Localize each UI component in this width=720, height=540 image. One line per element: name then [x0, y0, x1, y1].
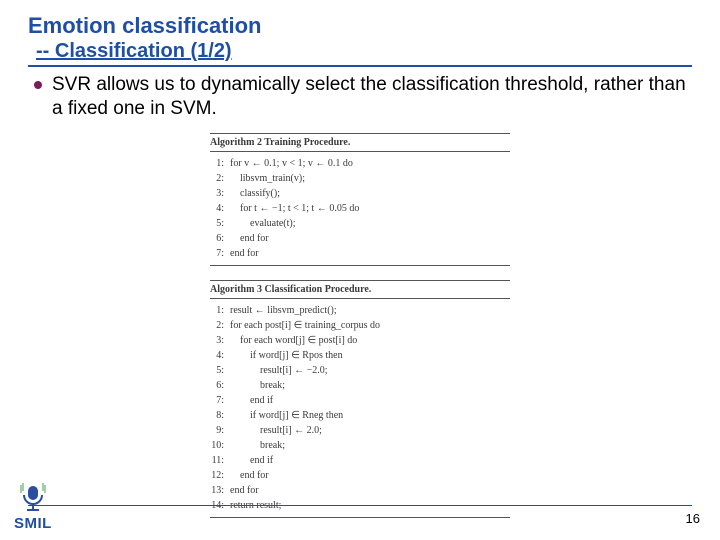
line-number: 8: — [210, 408, 230, 423]
title-block: Emotion classification -- Classification… — [0, 0, 720, 63]
code-text: end for — [230, 483, 259, 498]
line-number: 13: — [210, 483, 230, 498]
algorithms: Algorithm 2 Training Procedure. 1:for v … — [210, 133, 510, 518]
page-subtitle: -- Classification (1/2) — [28, 40, 720, 63]
algo-line: 3: for each word[j] ∈ post[i] do — [210, 333, 510, 348]
algo-line: 7: end if — [210, 393, 510, 408]
code-text: end if — [230, 453, 273, 468]
code-text: if word[j] ∈ Rneg then — [230, 408, 343, 423]
line-number: 12: — [210, 468, 230, 483]
code-text: break; — [230, 378, 285, 393]
line-number: 6: — [210, 231, 230, 246]
algo-line: 11: end if — [210, 453, 510, 468]
line-number: 7: — [210, 246, 230, 261]
algo-line: 3: classify(); — [210, 186, 510, 201]
algo-line: 6: break; — [210, 378, 510, 393]
line-number: 4: — [210, 348, 230, 363]
line-number: 6: — [210, 378, 230, 393]
line-number: 3: — [210, 186, 230, 201]
algo-line: 4: if word[j] ∈ Rpos then — [210, 348, 510, 363]
line-number: 11: — [210, 453, 230, 468]
algo2-title: Algorithm 2 Training Procedure. — [210, 133, 510, 152]
algo-line: 2: libsvm_train(v); — [210, 171, 510, 186]
code-text: end for — [230, 231, 269, 246]
algorithm-2: Algorithm 2 Training Procedure. 1:for v … — [210, 133, 510, 266]
code-text: for each post[i] ∈ training_corpus do — [230, 318, 380, 333]
code-text: result[i] ← 2.0; — [230, 423, 322, 438]
algo3-title: Algorithm 3 Classification Procedure. — [210, 280, 510, 299]
bullet-icon — [34, 81, 42, 89]
page-number: 16 — [686, 511, 700, 526]
code-text: for each word[j] ∈ post[i] do — [230, 333, 357, 348]
logo: SMIL — [14, 483, 52, 532]
algo-line: 13:end for — [210, 483, 510, 498]
line-number: 10: — [210, 438, 230, 453]
code-text: for v ← 0.1; v < 1; v ← 0.1 do — [230, 156, 353, 171]
page-title: Emotion classification — [28, 14, 720, 38]
code-text: end if — [230, 393, 273, 408]
algo-line: 8: if word[j] ∈ Rneg then — [210, 408, 510, 423]
code-text: result[i] ← −2.0; — [230, 363, 328, 378]
line-number: 5: — [210, 216, 230, 231]
line-number: 1: — [210, 156, 230, 171]
code-text: classify(); — [230, 186, 280, 201]
code-text: for t ← −1; t < 1; t ← 0.05 do — [230, 201, 359, 216]
algo-line: 9: result[i] ← 2.0; — [210, 423, 510, 438]
footer-separator — [28, 505, 692, 506]
code-text: result ← libsvm_predict(); — [230, 303, 337, 318]
line-number: 2: — [210, 171, 230, 186]
algo-line: 7:end for — [210, 246, 510, 261]
algo-line: 12: end for — [210, 468, 510, 483]
line-number: 5: — [210, 363, 230, 378]
algo-line: 5: evaluate(t); — [210, 216, 510, 231]
code-text: break; — [230, 438, 285, 453]
algo-line: 1:for v ← 0.1; v < 1; v ← 0.1 do — [210, 156, 510, 171]
title-separator — [28, 65, 692, 67]
line-number: 1: — [210, 303, 230, 318]
bullet-text: SVR allows us to dynamically select the … — [52, 73, 690, 121]
code-text: libsvm_train(v); — [230, 171, 305, 186]
code-text: if word[j] ∈ Rpos then — [230, 348, 343, 363]
code-text: end for — [230, 246, 259, 261]
algo-line: 10: break; — [210, 438, 510, 453]
code-text: evaluate(t); — [230, 216, 296, 231]
logo-text: SMIL — [14, 515, 52, 532]
line-number: 4: — [210, 201, 230, 216]
line-number: 7: — [210, 393, 230, 408]
algo-line: 1:result ← libsvm_predict(); — [210, 303, 510, 318]
algorithm-3: Algorithm 3 Classification Procedure. 1:… — [210, 280, 510, 518]
mic-icon — [18, 483, 48, 513]
line-number: 3: — [210, 333, 230, 348]
bullet-row: SVR allows us to dynamically select the … — [34, 73, 690, 121]
code-text: end for — [230, 468, 269, 483]
algo-line: 5: result[i] ← −2.0; — [210, 363, 510, 378]
algo-line: 2:for each post[i] ∈ training_corpus do — [210, 318, 510, 333]
line-number: 9: — [210, 423, 230, 438]
algo-line: 6: end for — [210, 231, 510, 246]
line-number: 2: — [210, 318, 230, 333]
algo-line: 4: for t ← −1; t < 1; t ← 0.05 do — [210, 201, 510, 216]
